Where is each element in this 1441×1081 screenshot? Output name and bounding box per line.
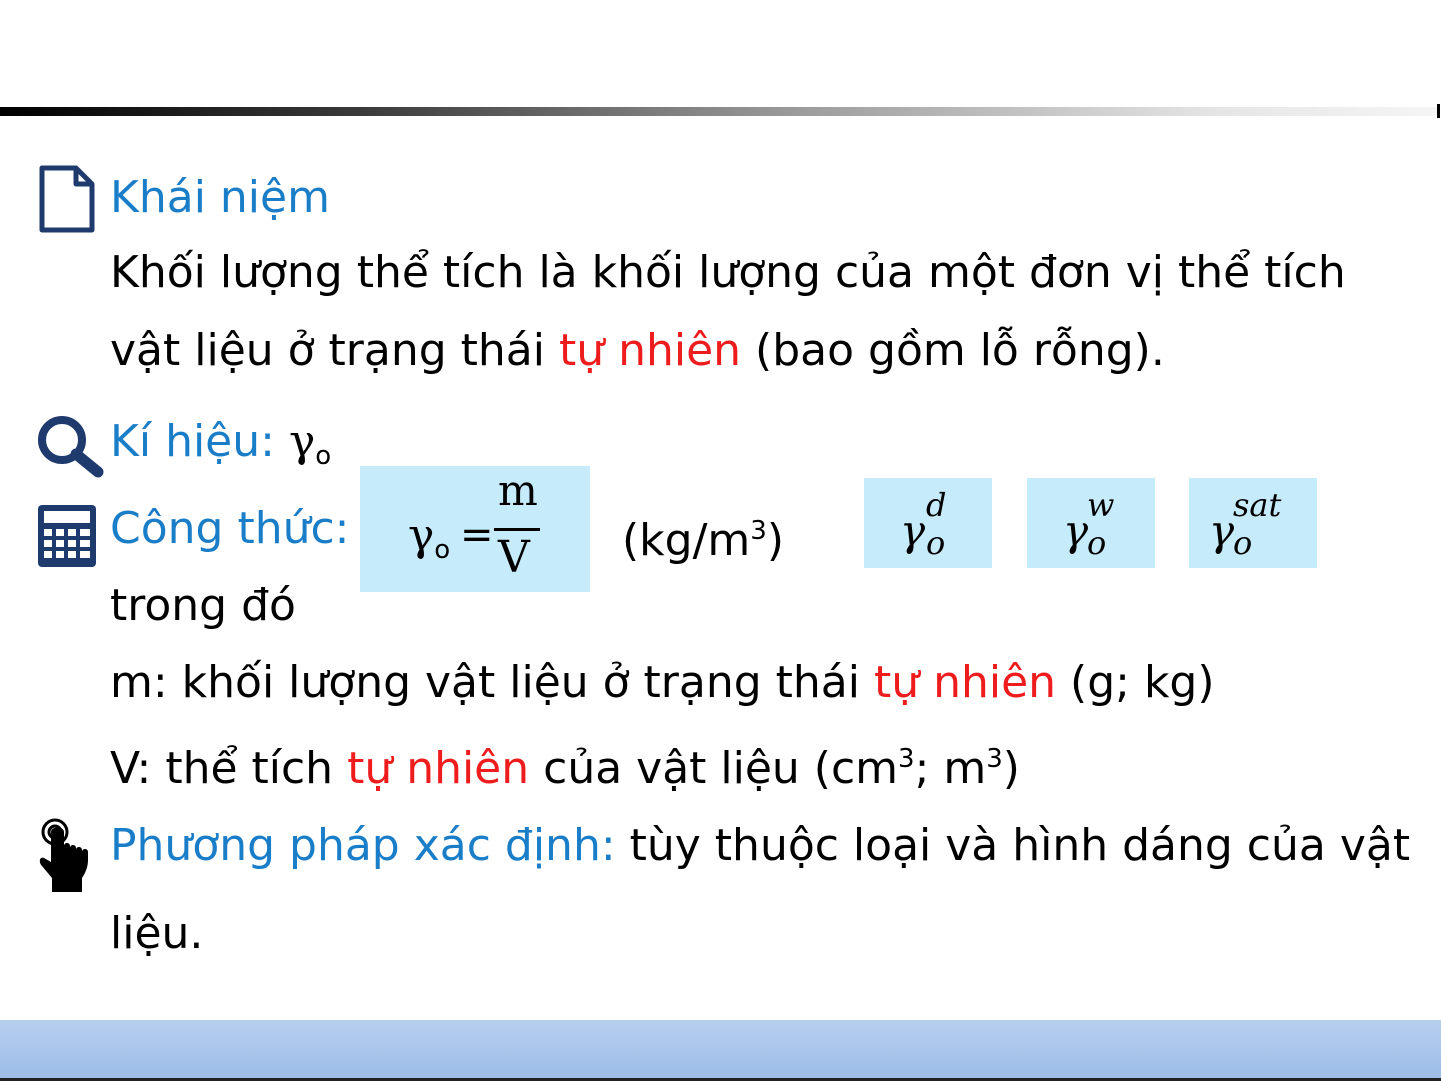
concept-body-line-1: Khối lượng thể tích là khối lượng của mộ… — [110, 247, 1346, 298]
where-m-text: m: khối lượng vật liệu ở trạng thái — [110, 657, 874, 708]
calculator-icon — [38, 505, 96, 567]
symbol-label: Kí hiệu: — [110, 416, 289, 467]
unit-text: (kg/m — [622, 515, 751, 566]
concept-body-text-end: (bao gồm lỗ rỗng). — [741, 325, 1165, 376]
formula-equals: = — [460, 512, 494, 558]
where-v-text-2: của vật liệu (cm — [529, 743, 899, 794]
where-m-line: m: khối lượng vật liệu ở trạng thái tự n… — [110, 655, 1215, 711]
unit-exponent: 3 — [750, 516, 767, 546]
formula-gamma-sub: o — [434, 535, 451, 565]
method-line-1: Phương pháp xác định: tùy thuộc loại và … — [110, 818, 1410, 874]
variant-gamma: γ — [1063, 506, 1089, 555]
variant-superscript: d — [926, 486, 947, 524]
concept-body-line-2: vật liệu ở trạng thái tự nhiên (bao gồm … — [110, 323, 1165, 379]
variant-subscript: o — [926, 524, 946, 562]
formula-gamma: γo — [408, 510, 450, 565]
formula-denominator: V — [498, 532, 530, 583]
formula-numerator: m — [498, 466, 538, 515]
where-v-text: V: thể tích — [110, 743, 348, 794]
variant-subscript: o — [1233, 524, 1253, 562]
symbol-gamma-sub: o — [315, 441, 332, 471]
concept-body-text: vật liệu ở trạng thái — [110, 325, 559, 376]
where-m-unit: (g; kg) — [1056, 657, 1215, 708]
variant-subscript: o — [1087, 524, 1107, 562]
bottom-band — [0, 1020, 1441, 1078]
where-v-close: ) — [1002, 743, 1020, 794]
variant-gamma: γ — [1209, 506, 1235, 555]
top-bar-tick — [1437, 104, 1440, 118]
pointing-hand-icon — [39, 818, 88, 892]
concept-highlight-natural: tự nhiên — [558, 325, 742, 376]
concept-heading: Khái niệm — [110, 172, 330, 223]
unit-close: ) — [766, 515, 784, 566]
variant-gamma: γ — [900, 506, 926, 555]
variant-superscript: sat — [1233, 486, 1282, 524]
formula-label: Công thức: — [110, 503, 350, 554]
variant-box-wet: γ w o — [1027, 478, 1155, 568]
method-line-2: liệu. — [110, 908, 204, 959]
formula-box: γo = m V — [360, 466, 590, 592]
where-v-text-3: ; m — [914, 743, 987, 794]
variant-superscript: w — [1087, 486, 1115, 524]
formula-gamma-char: γ — [408, 510, 435, 561]
top-gradient-bar — [0, 107, 1437, 116]
variant-box-saturated: γ sat o — [1189, 478, 1317, 568]
where-label: trong đó — [110, 580, 296, 631]
where-v-highlight: tự nhiên — [347, 743, 530, 794]
symbol-line: Kí hiệu: γo — [110, 414, 331, 484]
where-v-line: V: thể tích tự nhiên của vật liệu (cm3; … — [110, 731, 1020, 797]
document-icon — [39, 165, 95, 233]
method-label: Phương pháp xác định: — [110, 820, 616, 871]
where-v-exponent-2: 3 — [986, 744, 1003, 774]
symbol-gamma-char: γ — [288, 416, 316, 467]
variant-box-dry: γ d o — [864, 478, 992, 568]
formula-fraction-bar — [494, 528, 540, 531]
where-v-exponent-1: 3 — [898, 744, 915, 774]
search-icon — [38, 416, 104, 478]
formula-unit: (kg/m3) — [622, 503, 784, 569]
where-m-highlight: tự nhiên — [873, 657, 1057, 708]
symbol-gamma: γo — [288, 416, 331, 471]
method-text: tùy thuộc loại và hình dáng của vật — [615, 820, 1411, 871]
